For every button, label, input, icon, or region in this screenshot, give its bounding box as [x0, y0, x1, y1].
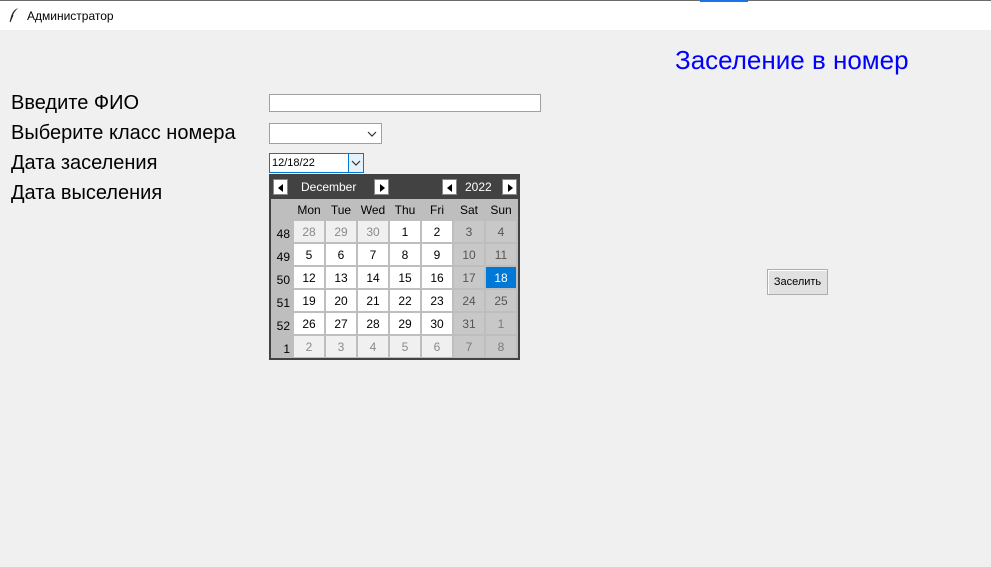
fio-label: Введите ФИО: [11, 92, 140, 114]
checkin-date-value: 12/18/22: [272, 157, 315, 169]
room-class-select[interactable]: [269, 123, 382, 144]
calendar-day[interactable]: 2: [421, 220, 453, 243]
window-title: Администратор: [27, 9, 114, 23]
calendar-day[interactable]: 16: [421, 266, 453, 289]
calendar-day[interactable]: 17: [453, 266, 485, 289]
feather-icon: [9, 8, 18, 23]
next-year-button[interactable]: [502, 179, 517, 195]
week-number: 50: [271, 266, 293, 289]
calendar-day[interactable]: 31: [453, 312, 485, 335]
week-number: 52: [271, 312, 293, 335]
checkout-label: Дата выселения: [11, 182, 163, 204]
calendar-day[interactable]: 11: [485, 243, 517, 266]
calendar-grid: Mon Tue Wed Thu Fri Sat Sun 48 28 29 30 1 2 3 4 49 5 6 7 8 9…: [271, 199, 518, 358]
calendar-day[interactable]: 27: [325, 312, 357, 335]
prev-month-button[interactable]: [273, 179, 288, 195]
fio-input[interactable]: [269, 94, 541, 112]
week-number: 48: [271, 220, 293, 243]
week-number: 49: [271, 243, 293, 266]
calendar-day[interactable]: 6: [325, 243, 357, 266]
calendar-day[interactable]: 13: [325, 266, 357, 289]
calendar-day[interactable]: 12: [293, 266, 325, 289]
chevron-down-icon: [351, 160, 361, 166]
calendar-day[interactable]: 18: [485, 266, 517, 289]
calendar-day[interactable]: 3: [453, 220, 485, 243]
calendar-day[interactable]: 21: [357, 289, 389, 312]
triangle-left-icon: [278, 184, 283, 192]
calendar-day[interactable]: 9: [421, 243, 453, 266]
checkin-label: Дата заселения: [11, 152, 158, 174]
calendar-day[interactable]: 4: [485, 220, 517, 243]
calendar-day[interactable]: 8: [389, 243, 421, 266]
calendar-day[interactable]: 1: [389, 220, 421, 243]
weekday-header: Tue: [325, 199, 357, 220]
calendar-day[interactable]: 7: [357, 243, 389, 266]
weekday-header: Fri: [421, 199, 453, 220]
calendar-day[interactable]: 28: [293, 220, 325, 243]
title-bar: Администратор: [0, 0, 991, 30]
calendar-day[interactable]: 30: [421, 312, 453, 335]
calendar-popup: December 2022 Mon Tue Wed Thu Fri Sat Sun 48 28 2…: [269, 174, 520, 360]
chevron-down-icon: [367, 131, 377, 137]
calendar-header: December 2022: [271, 176, 518, 199]
calendar-day[interactable]: 4: [357, 335, 389, 358]
calendar-month: December: [301, 180, 357, 194]
next-month-button[interactable]: [374, 179, 389, 195]
calendar-day[interactable]: 29: [389, 312, 421, 335]
calendar-year: 2022: [465, 180, 492, 194]
weekday-header: Thu: [389, 199, 421, 220]
calendar-day[interactable]: 2: [293, 335, 325, 358]
calendar-day[interactable]: 30: [357, 220, 389, 243]
triangle-left-icon: [447, 184, 452, 192]
calendar-day[interactable]: 15: [389, 266, 421, 289]
check-in-button[interactable]: Заселить: [767, 269, 828, 295]
calendar-day[interactable]: 14: [357, 266, 389, 289]
calendar-day[interactable]: 3: [325, 335, 357, 358]
calendar-day[interactable]: 22: [389, 289, 421, 312]
weekday-header: Sun: [485, 199, 517, 220]
calendar-day[interactable]: 7: [453, 335, 485, 358]
room-class-label: Выберите класс номера: [11, 122, 236, 144]
calendar-day[interactable]: 23: [421, 289, 453, 312]
weekday-header: Sat: [453, 199, 485, 220]
page-title: Заселение в номер: [675, 45, 909, 75]
calendar-day[interactable]: 6: [421, 335, 453, 358]
calendar-day[interactable]: 20: [325, 289, 357, 312]
title-bar-accent: [700, 0, 748, 2]
calendar-day[interactable]: 5: [389, 335, 421, 358]
calendar-day[interactable]: 19: [293, 289, 325, 312]
calendar-day[interactable]: 26: [293, 312, 325, 335]
weekday-header: Wed: [357, 199, 389, 220]
checkin-date-entry[interactable]: 12/18/22: [269, 153, 364, 173]
calendar-day[interactable]: 10: [453, 243, 485, 266]
week-number: 1: [271, 335, 293, 358]
triangle-right-icon: [380, 184, 385, 192]
calendar-day[interactable]: 25: [485, 289, 517, 312]
week-number: 51: [271, 289, 293, 312]
triangle-right-icon: [508, 184, 513, 192]
calendar-day[interactable]: 28: [357, 312, 389, 335]
calendar-day[interactable]: 5: [293, 243, 325, 266]
weekday-header: Mon: [293, 199, 325, 220]
calendar-day[interactable]: 1: [485, 312, 517, 335]
calendar-day[interactable]: 24: [453, 289, 485, 312]
prev-year-button[interactable]: [442, 179, 457, 195]
date-dropdown-button[interactable]: [348, 154, 363, 172]
calendar-day[interactable]: 29: [325, 220, 357, 243]
calendar-corner: [271, 199, 293, 220]
calendar-day[interactable]: 8: [485, 335, 517, 358]
